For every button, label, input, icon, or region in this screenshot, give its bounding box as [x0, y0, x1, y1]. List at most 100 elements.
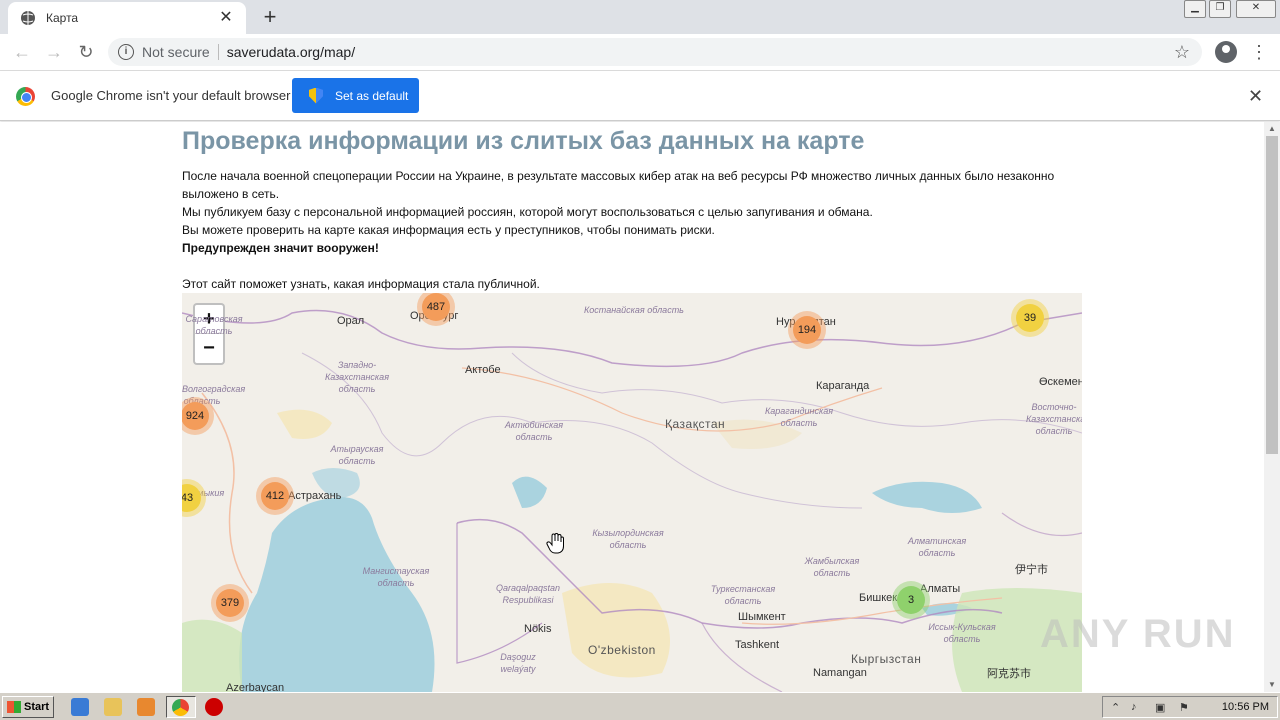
browser-toolbar: ← → ↻ i Not secure saverudata.org/map/ ☆…: [0, 34, 1280, 71]
forward-button[interactable]: →: [42, 40, 66, 64]
system-tray: ⌃ ♪ ▣ ⚑ 10:56 PM: [1102, 696, 1278, 718]
ie-icon[interactable]: [71, 698, 89, 716]
country-label: O'zbekiston: [588, 643, 656, 657]
tab-bar: Карта ✕ + ▁ ❐ ✕: [0, 0, 1280, 34]
tray-arrow-icon[interactable]: ⌃: [1111, 701, 1123, 714]
region-label: Туркестанская область: [710, 584, 776, 606]
warning-text: Предупрежден значит вооружен!: [182, 241, 379, 255]
scroll-up-icon[interactable]: ▲: [1264, 122, 1280, 136]
default-browser-infobar: Google Chrome isn't your default browser…: [0, 71, 1280, 121]
cluster-count: 487: [422, 293, 450, 321]
hand-cursor-icon: [546, 533, 564, 554]
page-content: Проверка информации из слитых баз данных…: [0, 122, 1264, 692]
windows-logo-icon: [7, 701, 21, 713]
region-label: Мангистауская область: [362, 566, 430, 588]
city-label: Орал: [337, 315, 365, 327]
city-label: Namangan: [813, 667, 867, 679]
start-button[interactable]: Start: [2, 696, 54, 718]
restore-button[interactable]: ❐: [1209, 0, 1231, 18]
region-label: Западно-Казахстанская область: [324, 360, 389, 394]
tab-title: Карта: [46, 11, 79, 25]
taskbar: Start ⌃ ♪ ▣ ⚑ 10:56 PM: [0, 692, 1280, 720]
cluster-marker[interactable]: 412: [256, 477, 294, 515]
city-label: Шымкент: [738, 611, 786, 623]
scroll-down-icon[interactable]: ▼: [1264, 678, 1280, 692]
stop-icon[interactable]: [205, 698, 223, 716]
watermark: ANY RUN: [1040, 612, 1236, 656]
network-icon[interactable]: ▣: [1155, 701, 1167, 714]
city-label: Өскемен: [1039, 376, 1082, 388]
intro-paragraph-1: После начала военной спецоперации России…: [182, 169, 1055, 183]
cluster-marker[interactable]: 39: [1011, 299, 1049, 337]
chrome-icon: [172, 699, 189, 716]
country-label: Қазақстан: [665, 417, 726, 431]
region-label: Алматинская область: [907, 536, 967, 558]
security-label: Not secure: [142, 44, 210, 60]
city-label: Azerbaycan: [226, 682, 285, 692]
infobar-close-icon[interactable]: ✕: [1248, 86, 1263, 107]
menu-icon[interactable]: ⋮: [1250, 40, 1268, 64]
page-title: Проверка информации из слитых баз данных…: [182, 127, 865, 155]
cluster-marker[interactable]: 194: [788, 311, 826, 349]
cluster-count: 39: [1016, 304, 1044, 332]
cluster-count: 412: [261, 482, 289, 510]
media-player-icon[interactable]: [137, 698, 155, 716]
reload-button[interactable]: ↻: [74, 40, 98, 64]
region-label: Актюбинская область: [504, 420, 564, 442]
set-as-default-label: Set as default: [335, 88, 409, 103]
folder-icon[interactable]: [104, 698, 122, 716]
account-icon[interactable]: [1215, 41, 1237, 63]
intro-paragraph-2: Мы публикуем базу с персональной информа…: [182, 205, 873, 219]
region-label: Daşoguz welaýaty: [500, 652, 536, 674]
region-label: Восточно-Казахстанская область: [1026, 402, 1082, 436]
cluster-count: 3: [897, 586, 925, 614]
region-label: Костанайская область: [584, 305, 684, 315]
cluster-count: 924: [182, 402, 209, 430]
zoom-out-button[interactable]: −: [195, 334, 223, 363]
intro-paragraph-3: Вы можете проверить на карте какая инфор…: [182, 223, 715, 237]
city-label: Астрахань: [288, 490, 342, 502]
cluster-marker[interactable]: 3: [892, 581, 930, 619]
divider: [217, 44, 219, 60]
city-label: 伊宁市: [1015, 564, 1048, 576]
info-icon[interactable]: i: [118, 44, 134, 60]
minimize-button[interactable]: ▁: [1184, 0, 1206, 18]
flag-icon[interactable]: ⚑: [1179, 701, 1191, 714]
city-label: Караганда: [816, 380, 870, 392]
chrome-logo-icon: [16, 87, 35, 106]
country-label: Кыргызстан: [851, 652, 922, 666]
city-label: Nökis: [524, 623, 552, 635]
close-window-button[interactable]: ✕: [1236, 0, 1276, 18]
tab-close-icon[interactable]: ✕: [218, 10, 234, 26]
region-label: Жамбылская область: [804, 556, 860, 578]
scroll-thumb[interactable]: [1266, 136, 1278, 454]
infobar-message: Google Chrome isn't your default browser: [51, 88, 291, 103]
map[interactable]: + − Костанайская область Западно-Казахст…: [182, 293, 1082, 692]
volume-icon[interactable]: ♪: [1131, 701, 1143, 713]
city-label: 阿克苏市: [987, 668, 1031, 680]
cluster-marker[interactable]: 379: [211, 584, 249, 622]
bookmark-star-icon[interactable]: ☆: [1174, 42, 1190, 63]
region-label: Qaraqalpaqstan Respublikasi: [495, 583, 561, 605]
url-text[interactable]: saverudata.org/map/: [227, 44, 1174, 60]
city-label: Tashkent: [735, 639, 780, 651]
cluster-count: 194: [793, 316, 821, 344]
start-label: Start: [24, 701, 50, 713]
cluster-count: 43: [182, 484, 201, 512]
new-tab-button[interactable]: +: [258, 6, 282, 30]
region-label: Иссык-Кульская область: [928, 622, 996, 644]
back-button[interactable]: ←: [10, 40, 34, 64]
region-label: Атырауская область: [330, 444, 384, 466]
page-scrollbar[interactable]: ▲ ▼: [1264, 122, 1280, 692]
tab-active[interactable]: Карта ✕: [8, 2, 246, 34]
clock: 10:56 PM: [1221, 701, 1269, 713]
region-label: Саратовская область: [185, 314, 243, 336]
region-label: Карагандинская область: [764, 406, 834, 428]
address-bar[interactable]: i Not secure saverudata.org/map/ ☆: [108, 38, 1202, 66]
cluster-count: 379: [216, 589, 244, 617]
intro-paragraph-1b: выложено в сеть.: [182, 187, 280, 201]
chrome-taskbar-button[interactable]: [166, 696, 196, 718]
shield-icon: [309, 87, 323, 104]
globe-icon: [21, 11, 35, 25]
set-as-default-button[interactable]: Set as default: [292, 78, 419, 113]
